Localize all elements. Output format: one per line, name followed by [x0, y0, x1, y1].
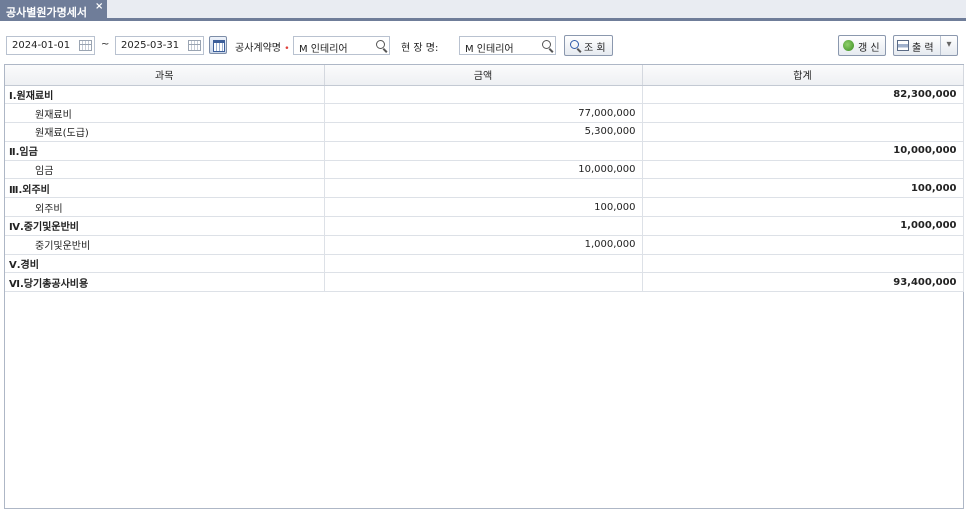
- cost-table: 과목 금액 합계 Ⅰ.원재료비 82,300,000 원재료비 77,000,000 원…: [5, 65, 964, 293]
- calendar-icon[interactable]: [188, 40, 201, 51]
- total-cell[interactable]: [642, 197, 964, 218]
- amount-cell[interactable]: 77,000,000: [324, 103, 643, 124]
- refresh-icon: [843, 40, 854, 51]
- cost-grid: 과목 금액 합계 Ⅰ.원재료비 82,300,000 원재료비 77,000,000 원…: [4, 64, 964, 509]
- total-cell[interactable]: [642, 103, 964, 124]
- subject-cell[interactable]: Ⅵ.당기총공사비용: [5, 272, 325, 293]
- header-row: 과목 금액 합계: [5, 65, 964, 86]
- end-date-value: 2025-03-31: [121, 40, 180, 51]
- column-header-total[interactable]: 합계: [642, 65, 964, 86]
- tab-cost-statement[interactable]: 공사별원가명세서 ×: [0, 0, 107, 21]
- category-row[interactable]: Ⅱ.임금 10,000,000: [5, 141, 964, 161]
- subject-cell[interactable]: Ⅱ.임금: [5, 141, 325, 161]
- search-icon[interactable]: [542, 40, 551, 49]
- printer-icon: [897, 40, 909, 51]
- subject-cell[interactable]: 원재료비: [5, 103, 325, 124]
- category-row[interactable]: Ⅳ.중기및운반비 1,000,000: [5, 216, 964, 236]
- total-cell[interactable]: [642, 122, 964, 142]
- table-row[interactable]: 임금 10,000,000: [5, 160, 964, 180]
- table-row[interactable]: 외주비 100,000: [5, 197, 964, 218]
- total-cell[interactable]: [642, 160, 964, 180]
- site-value: M 인테리어: [465, 44, 514, 55]
- print-button-label: 출 력: [912, 43, 934, 54]
- refresh-button-label: 갱 신: [858, 43, 880, 54]
- total-cell[interactable]: 93,400,000: [642, 272, 964, 293]
- amount-cell[interactable]: 5,300,000: [324, 122, 643, 142]
- category-row[interactable]: Ⅰ.원재료비 82,300,000: [5, 85, 964, 105]
- site-field[interactable]: M 인테리어: [459, 36, 556, 55]
- table-body: Ⅰ.원재료비 82,300,000 원재료비 77,000,000 원재료(도급) 5,3…: [5, 85, 964, 293]
- subject-cell[interactable]: 외주비: [5, 197, 325, 218]
- date-range-separator: ~: [101, 39, 110, 50]
- start-date-field[interactable]: 2024-01-01: [6, 36, 95, 55]
- tab-strip: 공사별원가명세서 ×: [0, 0, 966, 21]
- close-icon[interactable]: ×: [95, 1, 103, 12]
- chevron-down-icon[interactable]: ▾: [940, 36, 957, 55]
- table-row[interactable]: 원재료(도급) 5,300,000: [5, 122, 964, 142]
- amount-cell[interactable]: [324, 272, 643, 293]
- contract-label: 공사계약명 •: [235, 39, 290, 54]
- column-header-amount[interactable]: 금액: [324, 65, 643, 86]
- amount-cell[interactable]: 10,000,000: [324, 160, 643, 180]
- search-button-label: 조 회: [584, 43, 606, 54]
- amount-cell[interactable]: 100,000: [324, 197, 643, 218]
- tab-title: 공사별원가명세서: [6, 6, 87, 19]
- amount-cell[interactable]: [324, 216, 643, 236]
- filter-toolbar: 2024-01-01 ~ 2025-03-31 공사계약명 • M 인테리어 현…: [0, 24, 966, 62]
- category-row[interactable]: Ⅵ.당기총공사비용 93,400,000: [5, 272, 964, 293]
- subject-cell[interactable]: Ⅳ.중기및운반비: [5, 216, 325, 236]
- contract-label-text: 공사계약명: [235, 43, 281, 54]
- total-cell[interactable]: [642, 254, 964, 274]
- site-label: 현 장 명:: [401, 43, 439, 54]
- subject-cell[interactable]: Ⅴ.경비: [5, 254, 325, 274]
- amount-cell[interactable]: [324, 254, 643, 274]
- subject-cell[interactable]: 중기및운반비: [5, 235, 325, 255]
- search-icon[interactable]: [376, 40, 385, 49]
- print-button[interactable]: 출 력 ▾: [893, 35, 958, 56]
- search-button[interactable]: 조 회: [564, 35, 613, 56]
- start-date-value: 2024-01-01: [12, 40, 71, 51]
- category-row[interactable]: Ⅴ.경비: [5, 254, 964, 274]
- search-icon: [570, 40, 579, 49]
- required-mark: •: [284, 44, 290, 54]
- subject-cell[interactable]: Ⅰ.원재료비: [5, 85, 325, 105]
- table-row[interactable]: 원재료비 77,000,000: [5, 103, 964, 124]
- refresh-button[interactable]: 갱 신: [838, 35, 886, 56]
- total-cell[interactable]: 82,300,000: [642, 85, 964, 105]
- amount-cell[interactable]: [324, 141, 643, 161]
- column-header-subject[interactable]: 과목: [5, 65, 325, 86]
- subject-cell[interactable]: Ⅲ.외주비: [5, 178, 325, 199]
- amount-cell[interactable]: [324, 85, 643, 105]
- contract-field[interactable]: M 인테리어: [293, 36, 390, 55]
- total-cell[interactable]: [642, 235, 964, 255]
- total-cell[interactable]: 100,000: [642, 178, 964, 199]
- subject-cell[interactable]: 임금: [5, 160, 325, 180]
- amount-cell[interactable]: [324, 178, 643, 199]
- end-date-field[interactable]: 2025-03-31: [115, 36, 204, 55]
- total-cell[interactable]: 1,000,000: [642, 216, 964, 236]
- table-row[interactable]: 중기및운반비 1,000,000: [5, 235, 964, 255]
- total-cell[interactable]: 10,000,000: [642, 141, 964, 161]
- contract-value: M 인테리어: [299, 44, 348, 55]
- amount-cell[interactable]: 1,000,000: [324, 235, 643, 255]
- subject-cell[interactable]: 원재료(도급): [5, 122, 325, 142]
- category-row[interactable]: Ⅲ.외주비 100,000: [5, 178, 964, 199]
- calendar-icon[interactable]: [79, 40, 92, 51]
- calendar-button[interactable]: [209, 36, 227, 54]
